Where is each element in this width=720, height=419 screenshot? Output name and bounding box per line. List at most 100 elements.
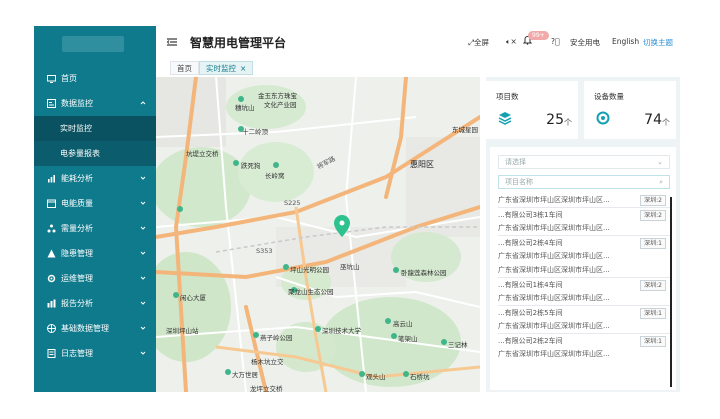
log-icon (46, 349, 56, 359)
chevron-down-icon (140, 301, 146, 305)
sidebar-item-ops[interactable]: 运维管理 (34, 266, 156, 291)
sidebar-item-energy[interactable]: 能耗分析 (34, 166, 156, 191)
list-item[interactable]: ...有限公司1栋4车间 深圳:2 (498, 277, 670, 291)
map-label: 大万世居 (232, 371, 258, 379)
quality-icon (46, 199, 56, 209)
layers-icon (498, 112, 512, 125)
right-panel: 项目数 25 个 设备数量 74 个 请选择 ⌄ 项目名称 ⌕ 广东省深圳市坪山… (486, 77, 680, 392)
map-view[interactable]: 金玉东方珠宝 文化产业园 穗坑山 十二岭顶 坑堤立交桥 跌死狗 长岭窝 将军路 … (156, 77, 480, 392)
chevron-down-icon (140, 226, 146, 230)
region-tag: 深圳:1 (640, 308, 666, 319)
list-item[interactable]: 广东省深圳市坪山区深圳市坪山区... (498, 291, 670, 305)
language-switch[interactable]: English (612, 37, 639, 46)
region-tag: 深圳:2 (640, 210, 666, 221)
sidebar-item-base-data[interactable]: 基础数据管理 (34, 316, 156, 341)
list-item[interactable]: 广东省深圳市坪山区深圳市坪山区... (498, 221, 670, 235)
mute-button[interactable]: 🔈︎× (506, 37, 517, 47)
map-label: 观头山 (366, 373, 386, 381)
sidebar: 首页 数据监控 实时监控 电参量报表 能耗分析 电能质量 需量分析 隐患管理 运… (34, 26, 156, 392)
sidebar-item-hazard[interactable]: 隐患管理 (34, 241, 156, 266)
theme-switch[interactable]: 切换主题 (643, 37, 673, 48)
list-item[interactable]: 广东省深圳市坪山区深圳市坪山区... (498, 263, 670, 277)
map-label: 闲心大厦 (180, 294, 206, 302)
map-label: 笔架山 (398, 335, 418, 343)
sidebar-item-quality[interactable]: 电能质量 (34, 191, 156, 216)
report-icon (46, 299, 56, 309)
project-list: 广东省深圳市坪山区深圳市坪山区... 深圳:2 ...有限公司3栋1车间 深圳:2 广东… (498, 193, 670, 389)
notification-badge: 99+ (528, 31, 549, 40)
data-monitor-icon (46, 99, 56, 109)
map-label: 穗坑山 (235, 104, 255, 112)
map-label: 龙坪立交桥 (250, 385, 283, 392)
energy-icon (46, 174, 56, 184)
tab-bar: 首页 实时监控 × (156, 60, 686, 76)
map-label: 跌死狗 (241, 162, 261, 170)
list-item[interactable]: 广东省深圳市坪山区深圳市坪山区... 深圳:2 (498, 193, 670, 207)
menu-toggle-icon[interactable] (166, 36, 178, 48)
help-button[interactable]: ?⃝ (551, 37, 559, 46)
list-item[interactable]: 广东省深圳市坪山区深圳市坪山区... (498, 347, 670, 361)
stat-unit: 个 (564, 118, 572, 127)
ops-icon (46, 274, 56, 284)
safe-power-link[interactable]: 安全用电 (570, 37, 600, 48)
map-canvas (156, 77, 480, 392)
list-item[interactable]: ...有限公司2栋2车间 深圳:1 (498, 333, 670, 347)
sidebar-item-data-monitor[interactable]: 数据监控 (34, 91, 156, 116)
warning-icon (46, 249, 56, 259)
sidebar-item-label: 数据监控 (61, 99, 93, 108)
map-label: 十二岭顶 (242, 128, 268, 136)
sidebar-item-report[interactable]: 报告分析 (34, 291, 156, 316)
list-item[interactable]: 广东省深圳市坪山区深圳市坪山区... (498, 249, 670, 263)
page-title: 智慧用电管理平台 (190, 36, 287, 50)
map-label: 深圳坪山站 (166, 327, 199, 335)
chevron-down-icon (140, 326, 146, 330)
map-label: 高云山 (393, 320, 413, 328)
map-district-label: 惠阳区 (410, 160, 434, 169)
list-item[interactable]: 广东省深圳市坪山区深圳市坪山区... (498, 319, 670, 333)
list-item[interactable]: ...有限公司3栋1车间 深圳:2 (498, 207, 670, 221)
map-label: 长岭窝 (265, 172, 285, 180)
stat-card-devices: 设备数量 74 个 (584, 81, 676, 139)
sidebar-item-demand[interactable]: 需量分析 (34, 216, 156, 241)
map-label: 深圳技术大学 (322, 327, 361, 335)
sidebar-item-home[interactable]: 首页 (34, 66, 156, 91)
tab-realtime[interactable]: 实时监控 × (199, 61, 254, 75)
chevron-down-icon (140, 251, 146, 255)
top-header: 智慧用电管理平台 ⤢全屏 🔈︎× 99+ ?⃝ 安全用电 English 切换主… (156, 26, 686, 60)
project-search-input[interactable]: 项目名称 ⌕ (498, 175, 670, 189)
stat-value: 74 (644, 112, 662, 128)
close-icon[interactable]: × (240, 64, 246, 73)
stat-unit: 个 (662, 118, 670, 127)
fullscreen-button[interactable]: ⤢全屏 (468, 37, 489, 48)
help-icon: ?⃝ (551, 37, 560, 46)
chevron-down-icon (140, 201, 146, 205)
sidebar-subitem-realtime[interactable]: 实时监控 (34, 116, 156, 141)
map-label: 聚龙山生态公园 (288, 288, 334, 296)
map-label: 东城星园 (452, 126, 478, 134)
map-label: 坪山光明公园 (290, 266, 329, 274)
map-label: 石桥坑 (410, 373, 430, 381)
map-road-label: S353 (256, 247, 273, 255)
demand-icon (46, 224, 56, 234)
region-tag: 深圳:2 (640, 195, 666, 206)
list-scrollbar[interactable] (670, 197, 672, 387)
map-label: 卧龍莲森林公园 (401, 269, 447, 277)
stat-card-projects: 项目数 25 个 (486, 81, 578, 139)
stat-label: 项目数 (496, 92, 519, 101)
chevron-down-icon (140, 176, 146, 180)
sidebar-item-label: 首页 (61, 74, 77, 83)
project-list-card: 请选择 ⌄ 项目名称 ⌕ 广东省深圳市坪山区深圳市坪山区... 深圳:2 ...有限… (490, 147, 676, 390)
sidebar-subitem-report[interactable]: 电参量报表 (34, 141, 156, 166)
list-item[interactable]: ...有限公司2栋5车间 深圳:1 (498, 305, 670, 319)
logo (62, 36, 124, 52)
base-data-icon (46, 324, 56, 334)
map-label: 文化产业园 (264, 101, 297, 109)
map-label: 坑堤立交桥 (186, 150, 219, 158)
project-select[interactable]: 请选择 ⌄ (498, 155, 670, 169)
sidebar-item-log[interactable]: 日志管理 (34, 341, 156, 366)
chevron-up-icon (140, 101, 146, 105)
sidebar-nav: 首页 数据监控 实时监控 电参量报表 能耗分析 电能质量 需量分析 隐患管理 运… (34, 66, 156, 366)
search-icon: ⌕ (659, 178, 663, 186)
tab-home[interactable]: 首页 (170, 61, 199, 75)
list-item[interactable]: ...有限公司2栋4车间 深圳:1 (498, 235, 670, 249)
